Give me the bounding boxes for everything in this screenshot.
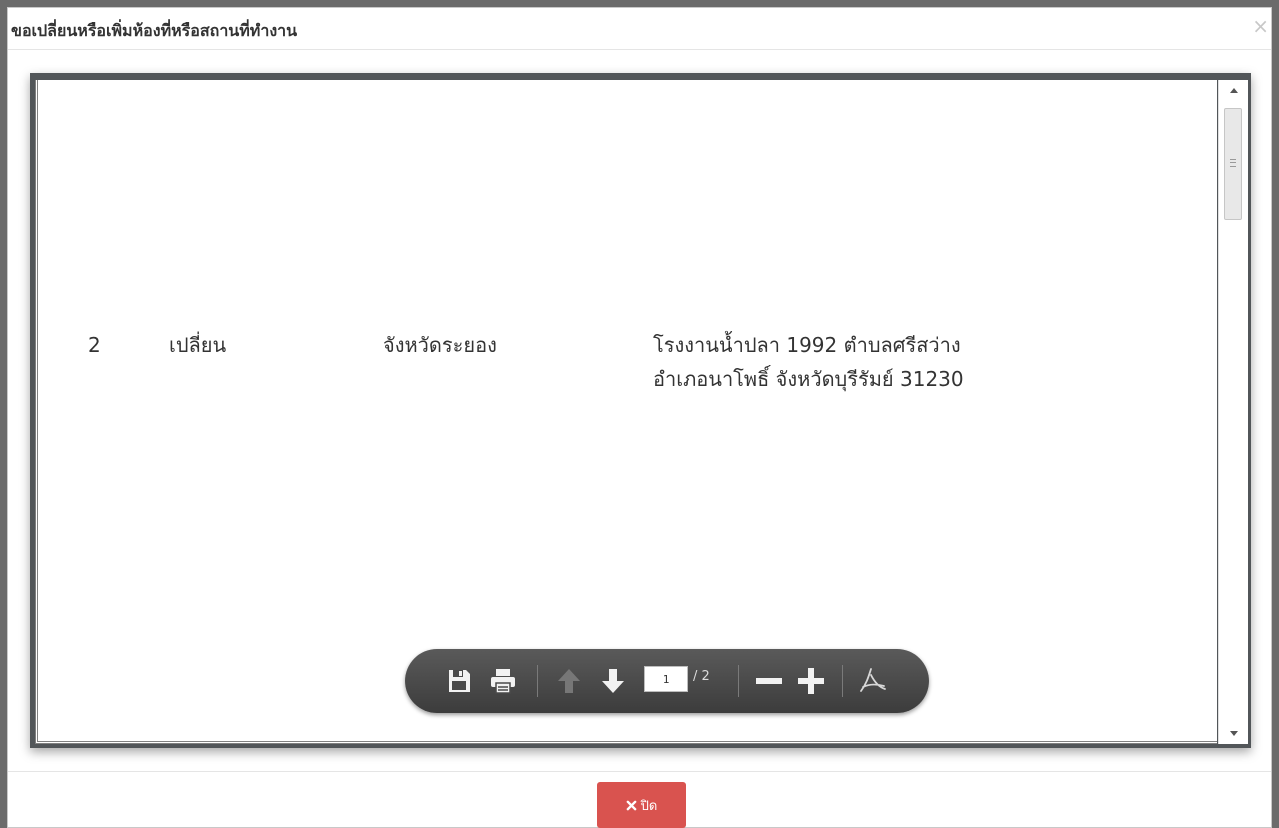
close-button[interactable]: ปิด xyxy=(597,782,686,828)
save-icon[interactable] xyxy=(443,665,475,697)
acrobat-icon[interactable] xyxy=(857,665,889,697)
page-total: / 2 xyxy=(693,669,710,684)
print-icon[interactable] xyxy=(487,665,519,697)
row-address: โรงงานน้ำปลา 1992 ตำบลศรีสว่าง อำเภอนาโพ… xyxy=(653,333,964,391)
scroll-up-icon[interactable] xyxy=(1230,88,1238,93)
scrollbar-thumb[interactable] xyxy=(1224,108,1242,220)
row-number: 2 xyxy=(88,333,101,357)
page-down-icon[interactable] xyxy=(597,665,629,697)
toolbar-separator xyxy=(738,665,739,697)
close-icon[interactable]: × xyxy=(1252,16,1269,36)
page-number-input[interactable] xyxy=(644,666,688,692)
x-icon xyxy=(626,800,636,810)
page-up-icon[interactable] xyxy=(553,665,585,697)
pdf-toolbar: / 2 xyxy=(405,649,929,713)
modal-header: ขอเปลี่ยนหรือเพิ่มห้องที่หรือสถานที่ทำงา… xyxy=(8,8,1271,50)
zoom-in-icon[interactable] xyxy=(795,665,827,697)
modal-dialog: ขอเปลี่ยนหรือเพิ่มห้องที่หรือสถานที่ทำงา… xyxy=(7,7,1272,828)
row-province: จังหวัดระยอง xyxy=(383,333,497,357)
scroll-down-icon[interactable] xyxy=(1230,731,1238,736)
toolbar-separator xyxy=(842,665,843,697)
grip-icon xyxy=(1230,159,1236,167)
modal-footer: ปิด xyxy=(8,771,1271,828)
modal-title: ขอเปลี่ยนหรือเพิ่มห้องที่หรือสถานที่ทำงา… xyxy=(11,21,298,40)
zoom-out-icon[interactable] xyxy=(753,665,785,697)
pdf-page: 2 เปลี่ยน จังหวัดระยอง โรงงานน้ำปลา 1992… xyxy=(35,80,1217,744)
row-type: เปลี่ยน xyxy=(169,333,227,357)
toolbar-separator xyxy=(537,665,538,697)
vertical-scrollbar[interactable] xyxy=(1218,80,1248,744)
close-button-label: ปิด xyxy=(640,798,658,814)
pdf-viewer: 2 เปลี่ยน จังหวัดระยอง โรงงานน้ำปลา 1992… xyxy=(30,73,1251,748)
